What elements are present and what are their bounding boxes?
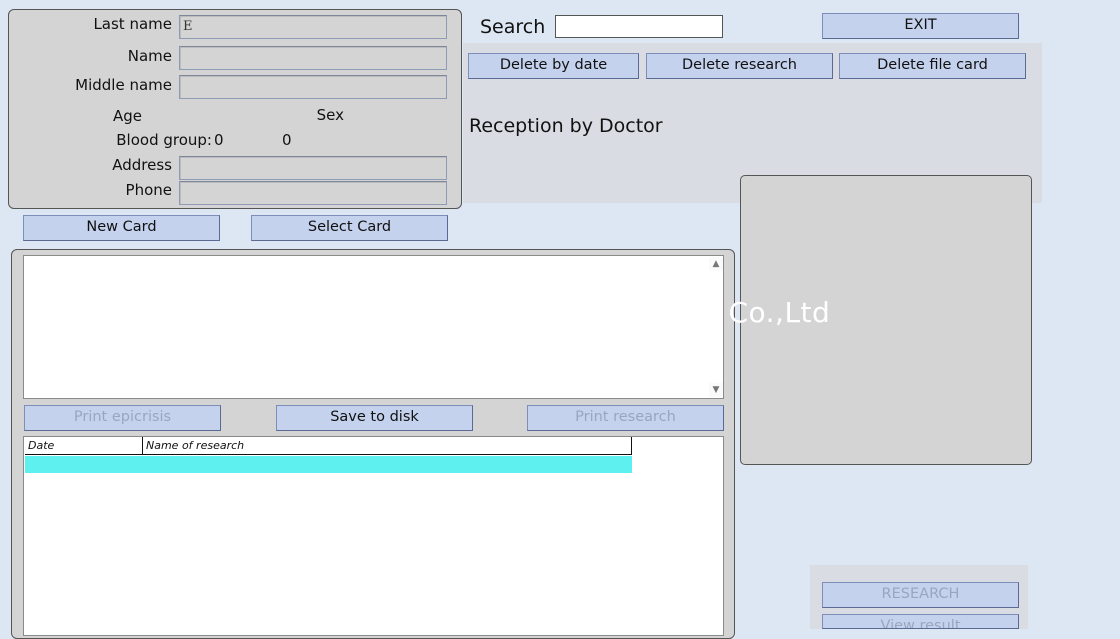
save-to-disk-button[interactable]: Save to disk	[276, 405, 473, 431]
middle-name-label: Middle name	[75, 76, 172, 94]
rh-value: 0	[282, 131, 292, 149]
print-epicrisis-button[interactable]: Print epicrisis	[24, 405, 221, 431]
scroll-up-icon[interactable]: ▲	[709, 257, 723, 271]
research-button[interactable]: RESEARCH	[822, 582, 1019, 608]
select-card-button[interactable]: Select Card	[251, 215, 448, 241]
blood-group-value: 0	[214, 131, 224, 149]
address-label: Address	[112, 156, 172, 174]
middle-name-field[interactable]	[179, 75, 447, 99]
column-header-name-of-research[interactable]: Name of research	[143, 437, 632, 455]
phone-label: Phone	[125, 181, 172, 199]
print-research-button[interactable]: Print research	[527, 405, 724, 431]
name-field[interactable]	[179, 46, 447, 70]
blood-group-label: Blood group:	[116, 131, 212, 149]
phone-field[interactable]	[179, 181, 447, 205]
delete-research-button[interactable]: Delete research	[646, 53, 833, 79]
preview-panel	[740, 175, 1032, 465]
age-label: Age	[112, 107, 142, 125]
exit-button[interactable]: EXIT	[822, 13, 1019, 39]
reception-title: Reception by Doctor	[469, 115, 663, 137]
sex-label: Sex	[316, 106, 344, 124]
address-field[interactable]	[179, 156, 447, 180]
epicrisis-textarea[interactable]: ▲ ▼	[23, 255, 724, 399]
last-name-label: Last name	[93, 15, 172, 33]
new-card-button[interactable]: New Card	[23, 215, 220, 241]
last-name-field[interactable]: E	[179, 15, 447, 39]
view-result-button[interactable]: View result	[822, 614, 1019, 629]
search-input[interactable]	[555, 15, 723, 38]
scroll-down-icon[interactable]: ▼	[709, 383, 723, 397]
search-label: Search	[480, 16, 546, 38]
research-table[interactable]: Date Name of research	[23, 436, 724, 636]
column-header-date[interactable]: Date	[25, 437, 143, 455]
delete-file-card-button[interactable]: Delete file card	[839, 53, 1026, 79]
table-row[interactable]	[25, 456, 632, 473]
name-label: Name	[127, 47, 172, 65]
delete-by-date-button[interactable]: Delete by date	[468, 53, 639, 79]
